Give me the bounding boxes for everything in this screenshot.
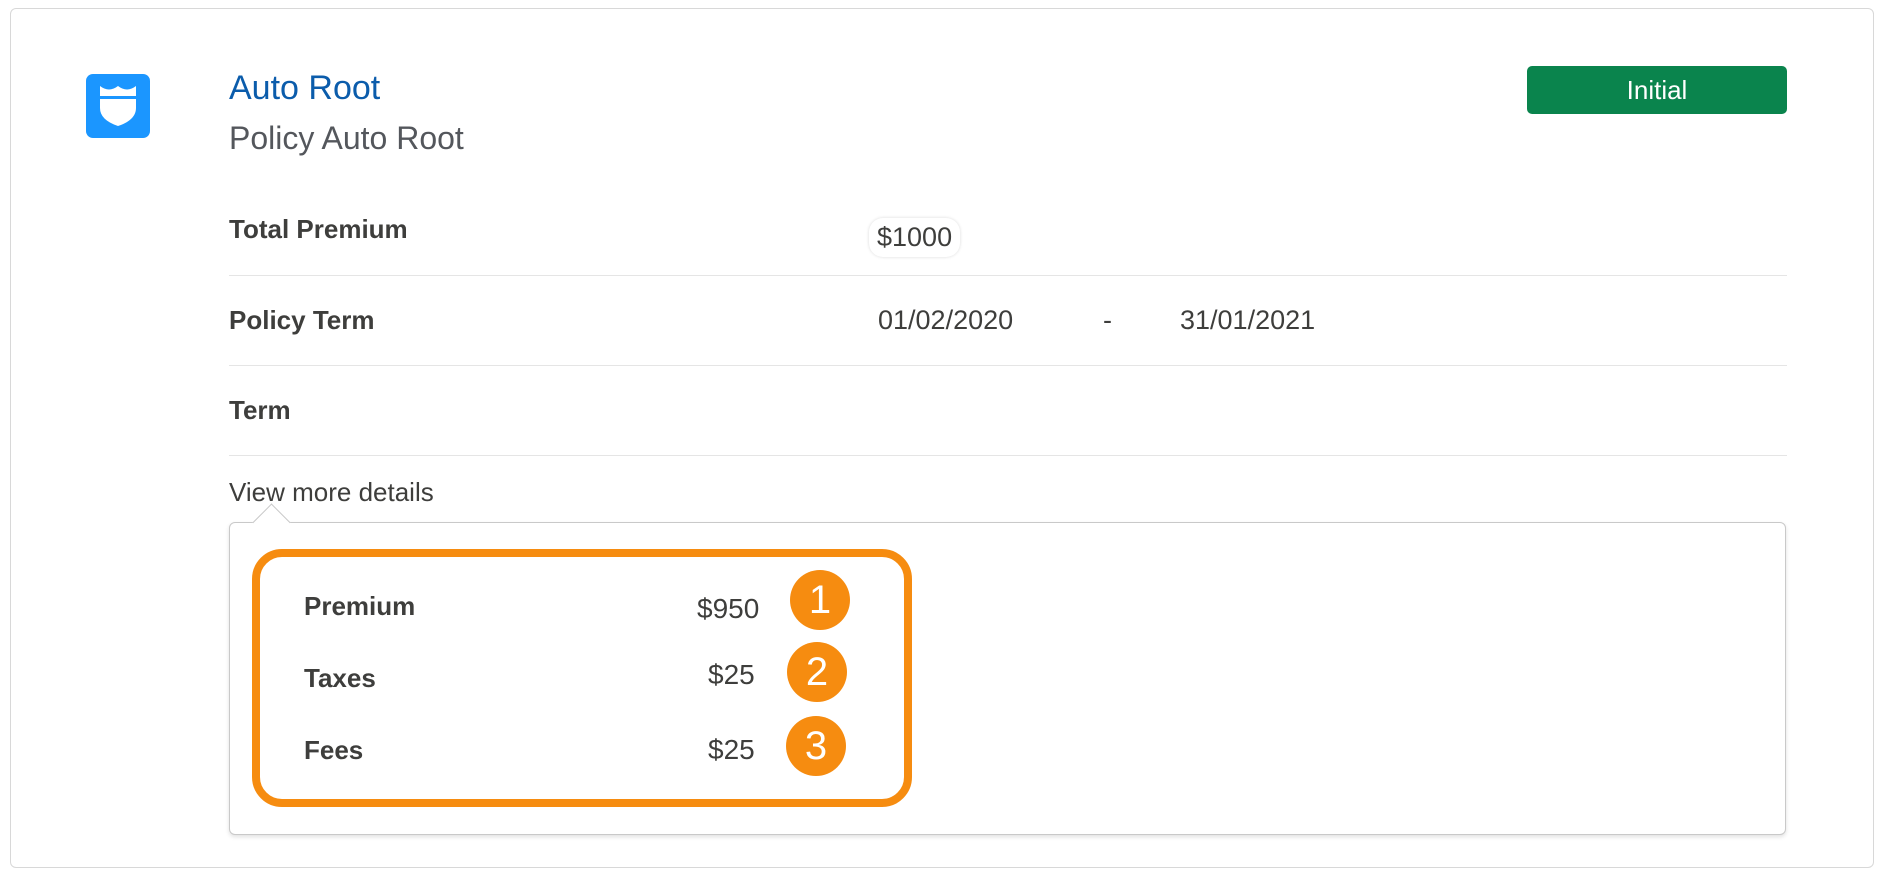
policy-term-end: 31/01/2021 — [1180, 305, 1316, 335]
term-row: Term — [229, 366, 1787, 456]
premium-value: $950 — [697, 593, 760, 624]
taxes-value: $25 — [708, 659, 755, 690]
policy-subtitle: Policy Auto Root — [229, 120, 464, 156]
total-premium-row: Total Premium $1000 — [229, 186, 1787, 276]
policy-term-start: 01/02/2020 — [878, 305, 1014, 335]
fees-value: $25 — [708, 734, 755, 765]
callout-badge-3: 3 — [786, 716, 846, 776]
total-premium-value: $1000 — [869, 218, 960, 257]
policy-term-label: Policy Term — [229, 305, 375, 335]
shield-icon — [100, 86, 136, 126]
callout-badge-2: 2 — [787, 642, 847, 702]
policy-icon — [86, 74, 150, 138]
view-more-details-link[interactable]: View more details — [229, 477, 434, 508]
callout-badge-1: 1 — [790, 570, 850, 630]
policy-term-row: Policy Term 01/02/2020 - 31/01/2021 — [229, 276, 1787, 366]
premium-label: Premium — [304, 591, 416, 621]
status-badge: Initial — [1527, 66, 1787, 114]
term-label: Term — [229, 395, 291, 425]
policy-term-separator: - — [1103, 305, 1112, 335]
details-popover: Premium $950 1 Taxes $25 2 Fees $25 3 — [229, 503, 1786, 835]
total-premium-label: Total Premium — [229, 214, 408, 244]
fees-label: Fees — [304, 735, 364, 765]
policy-title-link[interactable]: Auto Root — [229, 69, 380, 108]
taxes-label: Taxes — [304, 663, 376, 693]
